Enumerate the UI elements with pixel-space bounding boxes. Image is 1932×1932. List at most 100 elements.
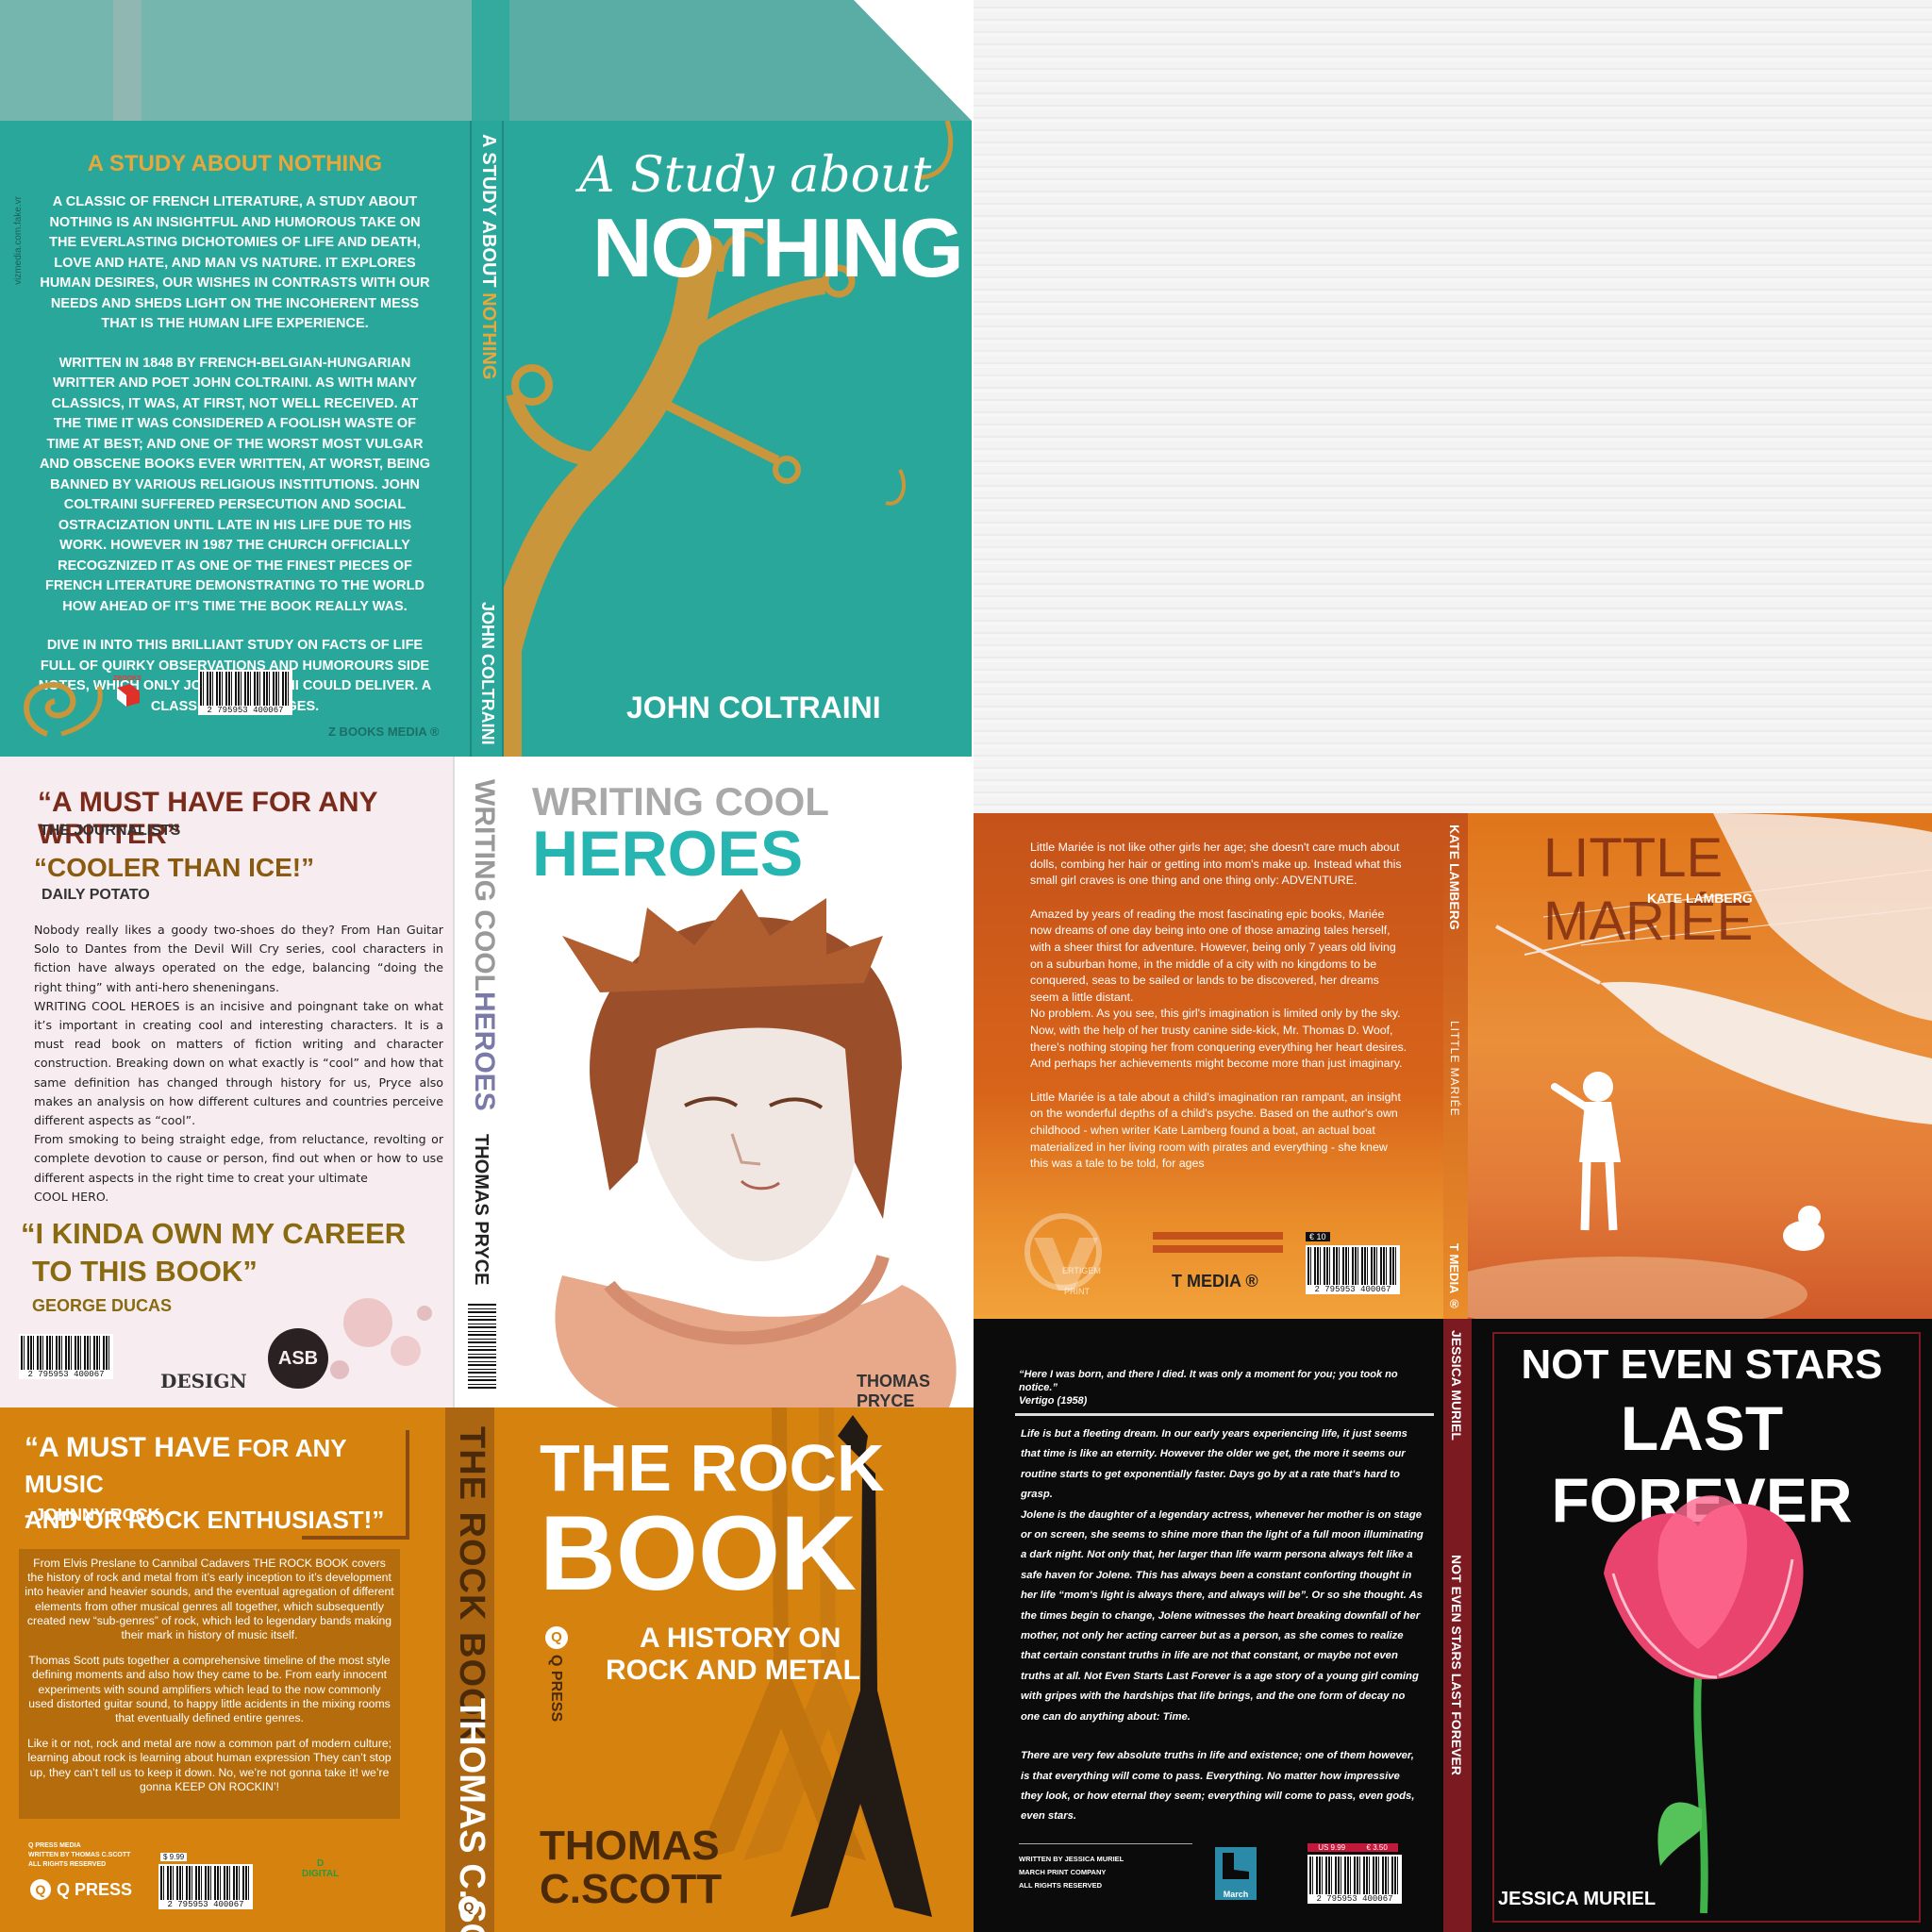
heroes-quote-1-source: THE JOURNALISTS xyxy=(40,823,181,839)
heroes-front-cover: WRITING COOL HEROES THOMAS PRYCE xyxy=(506,757,972,1407)
nothing-back-title: A STUDY ABOUT NOTHING xyxy=(87,151,383,176)
barcode xyxy=(158,1864,253,1902)
mariee-back-paragraph: Little Mariée is a tale about a child's … xyxy=(1030,1090,1401,1171)
stars-price-eu: € 3.50 xyxy=(1366,1843,1388,1852)
rock-spine: THE ROCK BOOK THOMAS C.SCOTT Q xyxy=(432,1407,508,1932)
qpress-label: Q PRESS xyxy=(57,1879,133,1899)
mariee-spine: KATE LAMBERG LITTLE MARIÉE T MEDIA ® xyxy=(1443,813,1468,1319)
nothing-top-flap-art xyxy=(0,0,972,121)
asb-logo: ASB xyxy=(268,1328,328,1389)
glowing-tulip-illustration xyxy=(1604,1495,1804,1914)
barcode-number: 2 795953 400067 xyxy=(198,706,292,715)
digital-logo-text: DIGITAL xyxy=(302,1869,340,1879)
mariee-back-paragraph: No problem. As you see, this girl's imag… xyxy=(1030,1007,1407,1071)
barcode xyxy=(1307,1855,1402,1896)
barcode-number: 2 795953 400067 xyxy=(158,1900,253,1909)
stars-back-paragraph: There are very few absolute truths in li… xyxy=(1021,1750,1415,1823)
stars-front-cover: NOT EVEN STARS LAST FOREVER JESSICA MURI… xyxy=(1472,1319,1932,1932)
nothing-publisher: Z BOOKS MEDIA ® xyxy=(328,724,440,739)
nothing-side-credit: vizmedia.com.fake.vr xyxy=(13,196,24,285)
rock-price: $ 9.99 xyxy=(160,1853,188,1861)
stars-cover-title-a: NOT EVEN STARS xyxy=(1521,1341,1883,1388)
mariee-spine-author: KATE LAMBERG xyxy=(1447,824,1462,930)
rock-cover-press: Q PRESS xyxy=(548,1655,564,1723)
heroes-spine-title-a: WRITING COOL xyxy=(469,779,500,991)
nothing-spine-title-b: NOTHING xyxy=(478,292,499,380)
rock-cover-subtitle-a: A HISTORY ON xyxy=(640,1623,841,1654)
heroes-quote-3-source: GEORGE DUCAS xyxy=(32,1296,173,1315)
rock-spine-title: THE ROCK BOOK xyxy=(452,1426,491,1743)
stars-divider xyxy=(1015,1413,1434,1416)
nothing-spine-title: A STUDY ABOUT NOTHING xyxy=(477,134,499,379)
mariee-front-cover: LITTLE MARIÉE KATE LAMBERG xyxy=(1468,813,1932,1319)
nothing-back-paragraph: A CLASSIC OF FRENCH LITERATURE, A STUDY … xyxy=(40,194,430,331)
stars-back-blurb: Life is but a fleeting dream. In our ear… xyxy=(1021,1424,1424,1827)
stars-back-paragraph: Life is but a fleeting dream. In our ear… xyxy=(1021,1428,1407,1501)
q-logo-icon: Q xyxy=(458,1896,479,1917)
barcode-number: 2 795953 400067 xyxy=(1306,1285,1400,1294)
rock-cover-subtitle-b: ROCK AND METAL xyxy=(606,1655,860,1686)
nothing-cover-script: A Study about xyxy=(579,147,932,204)
heroes-quote-2-source: DAILY POTATO xyxy=(42,887,150,903)
q-logo-icon: Q xyxy=(545,1626,568,1649)
mariee-price: € 10 xyxy=(1306,1232,1330,1241)
heroes-spine: WRITING COOLHEROES THOMAS PRYCE xyxy=(453,757,506,1407)
barcode xyxy=(19,1334,113,1372)
digital-logo-letter: D xyxy=(317,1858,325,1869)
heroes-quote-3-line-1: “I KINDA OWN MY CAREER xyxy=(21,1217,407,1250)
stars-credit-line: WRITTEN BY JESSICA MURIEL xyxy=(1019,1855,1124,1863)
nothing-top-flap xyxy=(0,0,972,121)
stars-back-cover: “Here I was born, and there I died. It w… xyxy=(974,1319,1443,1932)
rock-cover-author-b: C.SCOTT xyxy=(540,1866,723,1912)
q-logo-icon: Q xyxy=(30,1879,51,1900)
rock-imprint-line: WRITTEN BY THOMAS C.SCOTT xyxy=(28,1852,131,1858)
heroes-quote-1: “A MUST HAVE FOR ANY WRITTER” xyxy=(38,787,378,850)
stars-price-us: US 9.99 xyxy=(1318,1843,1346,1852)
stars-credit-line: ALL RIGHTS RESERVED xyxy=(1019,1881,1103,1890)
barcode xyxy=(198,670,292,708)
grey-placeholder-area xyxy=(974,0,1932,813)
nothing-cover-author: JOHN COLTRAINI xyxy=(626,691,881,724)
rock-back-paragraph: From Elvis Preslane to Cannibal Cadavers… xyxy=(25,1557,394,1642)
march-logo: March xyxy=(1215,1847,1257,1900)
march-boot-icon xyxy=(1223,1853,1249,1879)
rock-back-paragraph: Like it or not, rock and metal are now a… xyxy=(26,1737,392,1793)
nothing-cover-title: NOTHING xyxy=(592,201,964,294)
stars-quote: “Here I was born, and there I died. It w… xyxy=(1019,1368,1415,1407)
rock-back-blurb: From Elvis Preslane to Cannibal Cadavers… xyxy=(19,1549,400,1819)
qpress-logo: Q Q PRESS xyxy=(30,1879,132,1900)
nothing-spine-title-a: A STUDY ABOUT xyxy=(478,134,499,293)
stars-credit-line: MARCH PRINT COMPANY xyxy=(1019,1868,1107,1876)
rock-cover-author-a: THOMAS xyxy=(540,1823,720,1869)
stars-credits: WRITTEN BY JESSICA MURIEL MARCH PRINT CO… xyxy=(1019,1853,1124,1892)
nothing-back-cover: A STUDY ABOUT NOTHING A CLASSIC OF FRENC… xyxy=(0,121,470,757)
digital-logo: D DIGITAL xyxy=(302,1858,339,1879)
heroes-spine-title-b: HEROES xyxy=(469,991,500,1111)
mariee-tmedia: T MEDIA ® xyxy=(1172,1272,1258,1291)
rock-quote-a: “A MUST HAVE xyxy=(25,1432,231,1463)
nothing-front-cover: A Study about NOTHING JOHN COLTRAINI xyxy=(504,121,972,757)
heroes-back-paragraph: From smoking to being straight edge, fro… xyxy=(34,1132,443,1185)
rock-imprint-line: ALL RIGHTS RESERVED xyxy=(28,1861,107,1868)
barcode-number: 2 795953 400067 xyxy=(19,1370,113,1379)
mariee-cover-title: LITTLE MARIÉE xyxy=(1543,827,1754,952)
heroes-spine-title: WRITING COOLHEROES xyxy=(468,779,500,1111)
nothing-back-blurb: A CLASSIC OF FRENCH LITERATURE, A STUDY … xyxy=(38,192,432,717)
red-cube-icon xyxy=(117,684,140,707)
asb-logo-text: ASB xyxy=(277,1347,319,1369)
heroes-back-paragraph: COOL HERO. xyxy=(34,1189,109,1204)
rock-imprint: Q PRESS MEDIA WRITTEN BY THOMAS C.SCOTT … xyxy=(28,1841,130,1870)
march-label: March xyxy=(1223,1890,1249,1899)
stars-spine-title: NOT EVEN STARS LAST FOREVER xyxy=(1449,1555,1464,1775)
rock-imprint-line: Q PRESS MEDIA xyxy=(28,1842,81,1849)
heroes-back-paragraph: WRITING COOL HEROES is an incisive and p… xyxy=(34,998,443,1128)
zbooks-logo: ZBOOKS xyxy=(113,675,151,713)
vertigem-logo: ERTIGEM PRINT xyxy=(1021,1209,1115,1304)
mariee-spine-publisher: T MEDIA ® xyxy=(1447,1243,1461,1311)
design-label: DESIGN xyxy=(160,1370,247,1392)
barcode xyxy=(466,1300,498,1391)
heroes-quote-3-line-2: TO THIS BOOK” xyxy=(32,1255,258,1288)
rock-back-cover: “A MUST HAVE FOR ANY MUSIC AND OR ROCK E… xyxy=(0,1407,432,1932)
mariee-back-cover: Little Mariée is not like other girls he… xyxy=(974,813,1443,1319)
heroes-back-cover: “A MUST HAVE FOR ANY WRITTER” THE JOURNA… xyxy=(0,757,453,1407)
